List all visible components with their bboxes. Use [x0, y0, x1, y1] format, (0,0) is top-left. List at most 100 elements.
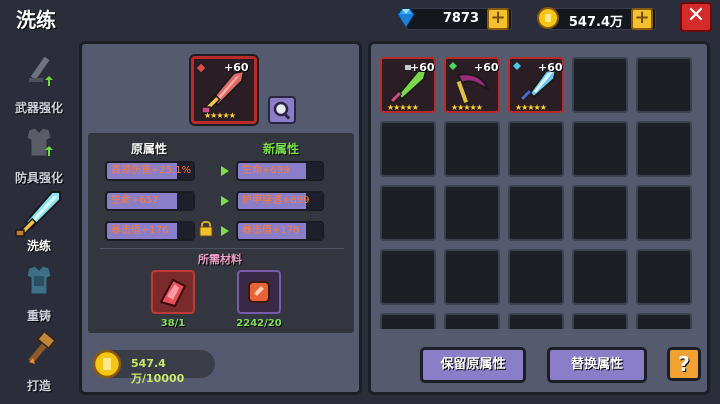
sidebar-item-label: 重铸 [26, 309, 51, 323]
orange-token-icon [248, 281, 270, 303]
inventory-slot-empty[interactable] [508, 121, 564, 177]
divider [100, 248, 344, 249]
inventory-slot-empty[interactable] [508, 249, 564, 305]
gold-coin-icon [537, 7, 559, 29]
inventory-slot-empty[interactable] [444, 185, 500, 241]
reforge-armor-icon [26, 265, 52, 295]
inventory-slot-empty[interactable] [636, 185, 692, 241]
inventory-slot-empty[interactable] [380, 121, 436, 177]
new-attribute-row: 暴击值+176 [236, 221, 324, 241]
green-sword-icon [389, 70, 428, 104]
forge-hammer-icon [28, 332, 55, 364]
new-attribute-text: 生命+699 [242, 165, 290, 176]
gold-counter: 547.4万 + [537, 7, 656, 30]
sidebar-item-reforge[interactable]: 重铸 [6, 258, 72, 324]
selected-item-slot[interactable]: +60 ★★★★★ [191, 56, 257, 124]
rarity-gem-icon [196, 63, 206, 73]
lock-icon[interactable] [199, 221, 213, 237]
sidebar-item-label: 打造 [26, 379, 51, 393]
gold-amount: 547.4万 [568, 15, 623, 30]
inventory-slot[interactable]: +60 ★★★★★ [380, 57, 436, 113]
inventory-slot-empty[interactable] [636, 249, 692, 305]
materials-header: 所需材料 [198, 253, 242, 266]
material-slot[interactable] [151, 270, 195, 314]
item-stars: ★★★★★ [451, 103, 483, 112]
item-level: +60 [410, 61, 435, 74]
inventory-slot-empty[interactable] [508, 313, 564, 329]
inventory-slot-empty[interactable] [572, 121, 628, 177]
inventory-slot-empty[interactable] [444, 313, 500, 329]
gold-coin-icon [92, 349, 122, 379]
inventory-slot-empty[interactable] [444, 121, 500, 177]
old-attribute-text: 首领伤害+25.1% [111, 165, 192, 176]
rarity-gem-icon [449, 62, 457, 70]
replace-attributes-button[interactable]: 替换属性 [547, 347, 647, 383]
add-diamonds-button[interactable]: + [487, 8, 509, 30]
new-attribute-text: 护甲穿透+899 [242, 195, 310, 206]
sidebar-item-label: 防具强化 [14, 171, 63, 185]
new-attribute-text: 暴击值+176 [242, 225, 300, 236]
sidebar-item-label: 洗练 [26, 239, 51, 253]
sidebar-item-weapon-upgrade[interactable]: 武器强化 [6, 50, 72, 116]
material-slot[interactable] [237, 270, 281, 314]
rarity-gem-icon [513, 62, 521, 70]
help-button[interactable]: ? [667, 347, 701, 381]
keep-original-button[interactable]: 保留原属性 [420, 347, 526, 383]
diamond-amount: 7873 [442, 11, 479, 26]
arrow-right-icon [221, 196, 229, 206]
material-count: 38/1 [160, 318, 186, 329]
item-stars: ★★★★★ [387, 103, 419, 112]
inventory-slot-empty[interactable] [636, 57, 692, 113]
inventory-slot-empty[interactable] [380, 249, 436, 305]
sidebar-item-forge[interactable]: 打造 [6, 328, 72, 394]
red-crystal-icon [159, 278, 187, 308]
old-attributes-header: 原属性 [131, 142, 168, 156]
item-level: +60 [538, 61, 563, 74]
sword-upgrade-icon [29, 56, 53, 86]
inventory-slot-empty[interactable] [380, 313, 436, 329]
add-gold-button[interactable]: + [631, 8, 653, 30]
arrow-right-icon [221, 226, 229, 236]
old-attribute-text: 生命+657 [111, 195, 159, 206]
inventory-slot[interactable]: +60 ★★★★★ [508, 57, 564, 113]
purple-scythe-icon [456, 73, 491, 103]
inspect-button[interactable] [268, 96, 296, 124]
refine-sword-icon [15, 191, 61, 237]
inventory-slot[interactable]: +60 ★★★★★ [444, 57, 500, 113]
inventory-slot-empty[interactable] [572, 249, 628, 305]
diamond-counter: 7873 + [397, 8, 512, 30]
item-stars: ★★★★★ [515, 103, 547, 112]
inventory-slot-empty[interactable] [636, 121, 692, 177]
gold-cost-text: 547.4万/10000 [131, 357, 185, 385]
new-attribute-row: 护甲穿透+899 [236, 191, 324, 211]
inventory-slot-empty[interactable] [508, 185, 564, 241]
inventory-slot-empty[interactable] [636, 313, 692, 329]
material-count: 2242/20 [236, 318, 282, 329]
sidebar-item-armor-upgrade[interactable]: 防具强化 [6, 120, 72, 186]
item-stars: ★★★★★ [204, 111, 236, 120]
sidebar-item-refine[interactable]: 洗练 [6, 188, 72, 254]
magnifier-icon [273, 101, 291, 120]
armor-upgrade-icon [26, 127, 53, 157]
inventory-grid: +60 ★★★★★ +60 ★★★★★ +60 ★★★★★ [380, 57, 698, 329]
diamond-icon [397, 8, 415, 29]
close-button[interactable]: ✕ [680, 2, 712, 32]
top-bar: 洗练 7873 + 547.4万 + ✕ [0, 0, 720, 38]
inventory-slot-empty[interactable] [380, 185, 436, 241]
old-attribute-row: 暴击值+176 [105, 221, 195, 241]
inventory-slot-empty[interactable] [572, 57, 628, 113]
page-title: 洗练 [16, 8, 56, 32]
inventory-slot-empty[interactable] [572, 185, 628, 241]
item-level: +60 [474, 61, 499, 74]
old-attribute-row: 生命+657 [105, 191, 195, 211]
sidebar: 武器强化 防具强化 洗练 重铸 打造 [0, 40, 78, 400]
new-attribute-row: 生命+699 [236, 161, 324, 181]
red-sword-icon [201, 69, 246, 114]
sidebar-item-label: 武器强化 [14, 101, 63, 115]
inventory-slot-empty[interactable] [572, 313, 628, 329]
old-attribute-row: 首领伤害+25.1% [105, 161, 195, 181]
inventory-slot-empty[interactable] [444, 249, 500, 305]
old-attribute-text: 暴击值+176 [111, 225, 169, 236]
item-level: +60 [224, 61, 249, 74]
new-attributes-header: 新属性 [263, 142, 300, 156]
